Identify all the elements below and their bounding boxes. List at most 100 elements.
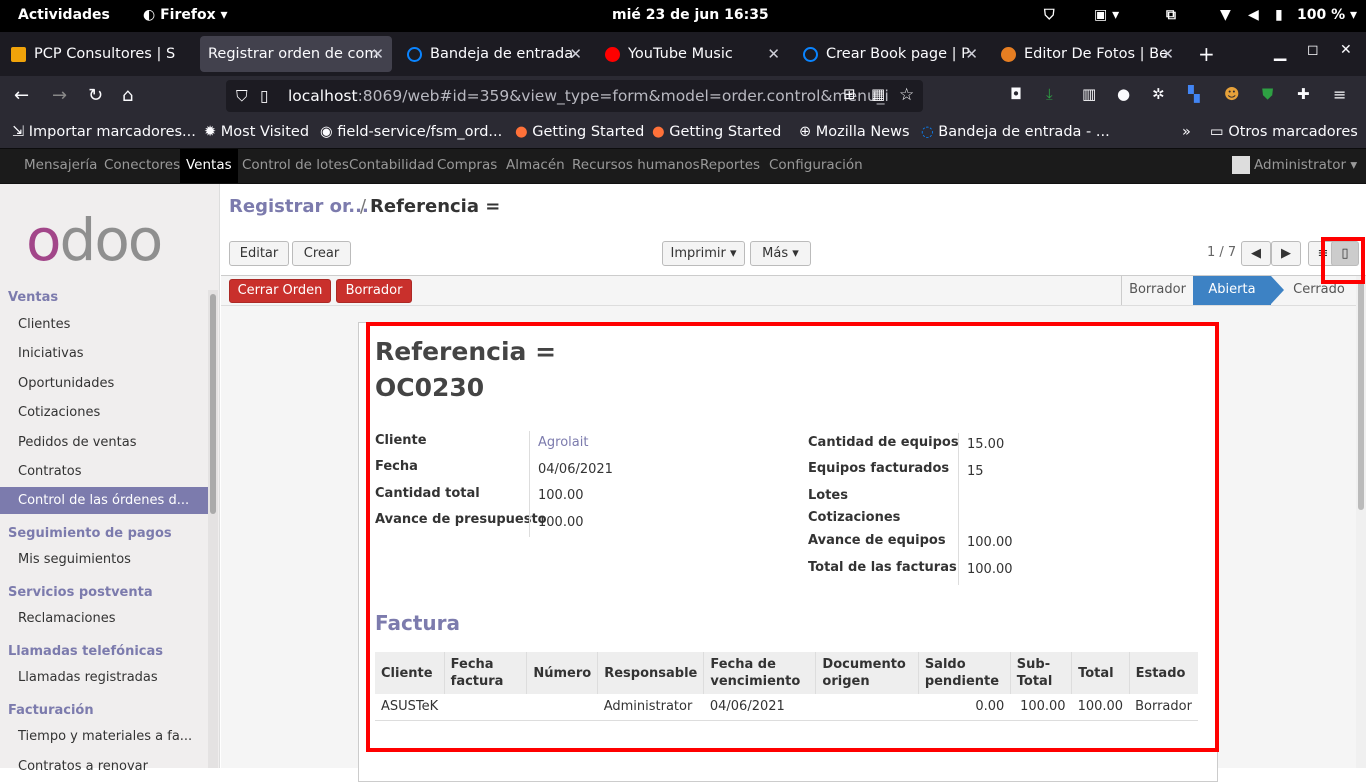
form-scrollbar[interactable]: [1356, 276, 1366, 768]
bookmark-import[interactable]: ⇲ Importar marcadores...: [12, 124, 196, 140]
forward-icon[interactable]: →: [52, 85, 67, 106]
tab-favicon-icon: [1001, 47, 1016, 62]
bookmark-star-icon[interactable]: ☆: [899, 85, 914, 105]
create-button[interactable]: Crear: [292, 241, 351, 266]
pager-previous-button[interactable]: ◀: [1241, 241, 1271, 266]
sidebar-item-iniciativas[interactable]: Iniciativas: [18, 346, 84, 361]
sidebar-item-cotizaciones[interactable]: Cotizaciones: [18, 405, 100, 420]
hamburger-menu-icon[interactable]: ≡: [1333, 85, 1346, 104]
download-icon[interactable]: ⤓: [1046, 85, 1053, 103]
translate-icon[interactable]: ⊞: [843, 85, 856, 103]
sidebar-item-contratos-renovar[interactable]: Contratos a renovar: [18, 759, 148, 774]
volume-icon[interactable]: ◀: [1248, 7, 1259, 23]
sidebar-scrollbar[interactable]: [208, 290, 218, 768]
battery-icon[interactable]: ▮: [1275, 7, 1283, 23]
menu-almacen[interactable]: Almacén: [500, 149, 571, 183]
back-icon[interactable]: ←: [14, 85, 29, 106]
sidebar-item-contratos[interactable]: Contratos: [18, 464, 82, 479]
pager-next-button[interactable]: ▶: [1271, 241, 1301, 266]
print-dropdown[interactable]: Imprimir ▾: [662, 241, 745, 266]
sidebar-section-postventa: Servicios postventa: [8, 585, 153, 600]
close-window-button[interactable]: ✕: [1340, 42, 1352, 58]
sidebar-item-oportunidades[interactable]: Oportunidades: [18, 376, 114, 391]
tab-registrar-orden[interactable]: Registrar orden de com ✕: [200, 36, 392, 72]
sidebar-item-tiempo-materiales[interactable]: Tiempo y materiales a fa...: [18, 729, 192, 744]
clipboard-icon[interactable]: ▣ ▾: [1094, 7, 1119, 23]
odoo-logo[interactable]: odoo: [26, 210, 163, 270]
user-menu[interactable]: Administrator ▾: [1226, 149, 1363, 183]
shield-icon[interactable]: ⛉: [236, 80, 248, 112]
bookmark-getting-started-1[interactable]: ● Getting Started: [515, 124, 644, 140]
menu-mensajeria[interactable]: Mensajería: [18, 149, 103, 183]
sidebar-item-reclamaciones[interactable]: Reclamaciones: [18, 611, 116, 626]
draft-button[interactable]: Borrador: [336, 279, 412, 303]
form-scrollbar-thumb[interactable]: [1358, 280, 1364, 510]
tab-bandeja[interactable]: Bandeja de entrada ✕: [398, 36, 590, 72]
bookmark-other[interactable]: ▭ Otros marcadores: [1210, 124, 1358, 140]
windows-icon[interactable]: ⧉: [1166, 7, 1176, 23]
grid-icon[interactable]: ▦: [871, 85, 885, 103]
maximize-button[interactable]: ◻: [1307, 42, 1319, 58]
close-order-button[interactable]: Cerrar Orden: [229, 279, 331, 303]
menu-conectores[interactable]: Conectores: [98, 149, 186, 183]
tab-crear-book[interactable]: Crear Book page | P ✕: [794, 36, 986, 72]
menu-recursos-humanos[interactable]: Recursos humanos: [566, 149, 706, 183]
tab-youtube-music[interactable]: YouTube Music ✕: [596, 36, 788, 72]
bookmark-github[interactable]: ◉ field-service/fsm_ord...: [320, 124, 502, 140]
extension-face-icon[interactable]: ☻: [1224, 85, 1240, 103]
menu-contabilidad[interactable]: Contabilidad: [343, 149, 440, 183]
stage-borrador[interactable]: Borrador: [1121, 276, 1193, 305]
firefox-app-menu[interactable]: ◐ Firefox ▾: [143, 7, 228, 23]
extension-ad-icon[interactable]: ✲: [1152, 85, 1165, 103]
tab-pcp[interactable]: PCP Consultores | S: [2, 36, 194, 72]
bookmark-mozilla-news[interactable]: ⊕ Mozilla News: [799, 124, 910, 140]
new-tab-button[interactable]: +: [1198, 42, 1215, 66]
sidebar-item-control-ordenes[interactable]: Control de las órdenes d...: [0, 487, 208, 514]
sidebar-item-llamadas-registradas[interactable]: Llamadas registradas: [18, 670, 158, 685]
breadcrumb-parent[interactable]: Registrar or...: [229, 196, 369, 217]
home-icon[interactable]: ⌂: [122, 85, 133, 106]
sidebar-icon[interactable]: ▥: [1082, 85, 1096, 103]
reload-icon[interactable]: ↻: [88, 85, 103, 106]
close-icon[interactable]: ✕: [965, 36, 978, 72]
stage-abierta[interactable]: Abierta: [1193, 276, 1271, 305]
menu-reportes[interactable]: Reportes: [694, 149, 766, 183]
sidebar-item-clientes[interactable]: Clientes: [18, 317, 70, 332]
sidebar: odoo Ventas Clientes Iniciativas Oportun…: [0, 184, 220, 774]
menu-ventas[interactable]: Ventas: [180, 149, 238, 183]
edit-button[interactable]: Editar: [229, 241, 289, 266]
google-translate-icon[interactable]: ▚: [1188, 85, 1200, 103]
shield-icon[interactable]: ⛉: [1044, 7, 1055, 23]
wifi-icon[interactable]: ▼: [1220, 7, 1231, 23]
menu-configuracion[interactable]: Configuración: [763, 149, 869, 183]
activities-button[interactable]: Actividades: [18, 7, 110, 23]
bookmark-bandeja[interactable]: ◌ Bandeja de entrada - ...: [921, 124, 1110, 140]
sidebar-section-llamadas: Llamadas telefónicas: [8, 644, 163, 659]
bookmark-most-visited[interactable]: ✹ Most Visited: [204, 124, 309, 140]
sidebar-item-pedidos[interactable]: Pedidos de ventas: [18, 435, 137, 450]
clock[interactable]: mié 23 de jun 16:35: [612, 7, 769, 23]
close-icon[interactable]: ✕: [767, 36, 780, 72]
close-icon[interactable]: ✕: [1161, 36, 1174, 72]
menu-compras[interactable]: Compras: [431, 149, 503, 183]
sidebar-item-mis-seguimientos[interactable]: Mis seguimientos: [18, 552, 131, 567]
url-path: :8069/web#id=359&view_type=form&model=or…: [357, 87, 889, 105]
menu-control-lotes[interactable]: Control de lotes: [236, 149, 355, 183]
battery-level[interactable]: 100 % ▾: [1297, 7, 1357, 23]
url-bar[interactable]: ⛉ ▯ localhost:8069/web#id=359&view_type=…: [226, 80, 923, 112]
minimize-button[interactable]: ▁: [1274, 42, 1286, 61]
extension-shield-icon[interactable]: ⛊: [1262, 85, 1273, 103]
extensions-icon[interactable]: ✚: [1297, 85, 1310, 103]
page-icon[interactable]: ▯: [260, 80, 269, 112]
extension-c-icon[interactable]: ●: [1117, 85, 1130, 103]
pocket-icon[interactable]: ◘: [1010, 85, 1022, 103]
close-icon[interactable]: ✕: [371, 36, 384, 72]
sidebar-scrollbar-thumb[interactable]: [210, 294, 216, 514]
bookmarks-overflow-icon[interactable]: »: [1182, 124, 1191, 140]
tab-editor-fotos[interactable]: Editor De Fotos | Be ✕: [992, 36, 1182, 72]
close-icon[interactable]: ✕: [569, 36, 582, 72]
tab-favicon-icon: [407, 47, 422, 62]
more-dropdown[interactable]: Más ▾: [750, 241, 811, 266]
pager-value[interactable]: 1 / 7: [1207, 245, 1236, 260]
bookmark-getting-started-2[interactable]: ● Getting Started: [652, 124, 781, 140]
